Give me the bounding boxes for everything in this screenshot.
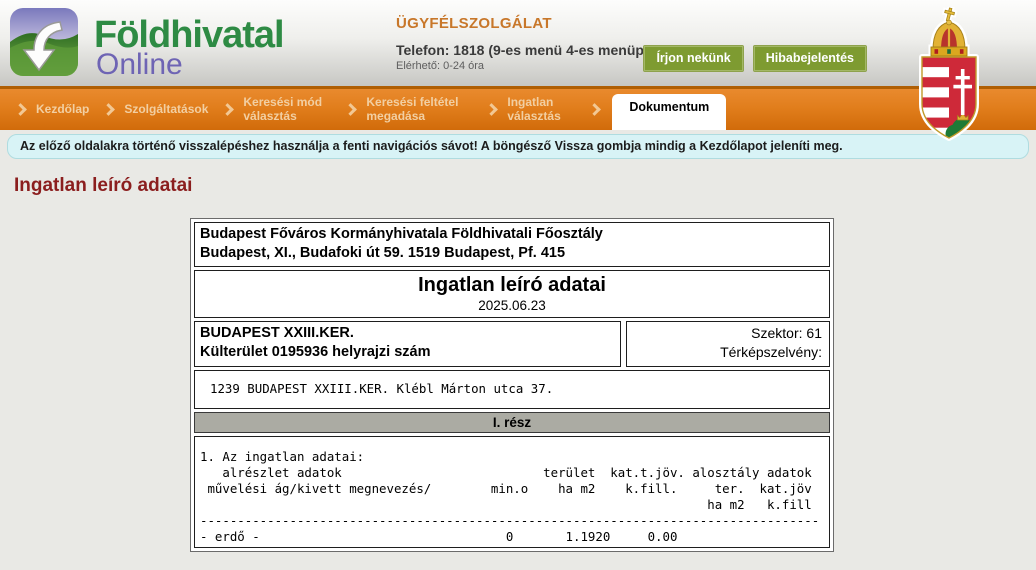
customer-service-heading: ÜGYFÉLSZOLGÁLAT — [396, 15, 552, 32]
office-header-box: Budapest Főváros Kormányhivatala Földhiv… — [194, 222, 830, 267]
district-name: BUDAPEST XXIII.KER. — [200, 324, 354, 341]
property-data-table: 1. Az ingatlan adatai: alrészlet adatok … — [200, 448, 820, 544]
chevron-right-icon — [221, 103, 235, 116]
sector-box: Szektor: 61 Térképszelvény: — [626, 320, 830, 367]
property-address-box: 1239 BUDAPEST XXIII.KER. Klébl Márton ut… — [194, 369, 830, 409]
property-document: Budapest Főváros Kormányhivatala Földhiv… — [190, 218, 834, 552]
write-us-button[interactable]: Írjon nekünk — [643, 45, 744, 72]
office-name: Budapest Főváros Kormányhivatala Földhiv… — [200, 226, 603, 242]
main-content: Ingatlan leíró adatai Budapest Főváros K… — [0, 175, 1036, 552]
foldhivatal-logo-icon — [10, 8, 78, 76]
chevron-right-icon — [485, 103, 499, 116]
nav-item-kezdolap[interactable]: Kezdőlap — [36, 102, 89, 117]
header: Földhivatal Online ÜGYFÉLSZOLGÁLAT Telef… — [0, 0, 1036, 86]
document-title-box: Ingatlan leíró adatai 2025.06.23 — [194, 269, 830, 318]
property-data-box: 1. Az ingatlan adatai: alrészlet adatok … — [194, 435, 830, 548]
nav-item-keresesi-mod[interactable]: Keresési mód választás — [243, 95, 331, 124]
office-address: Budapest, XI., Budafoki út 59. 1519 Buda… — [200, 244, 566, 261]
parcel-number: Külterület 0195936 helyrajzi szám — [200, 343, 431, 360]
map-sheet-label: Térképszelvény: — [720, 344, 822, 361]
section-i-bar: I. rész — [194, 411, 830, 433]
phone-info: Telefon: 1818 (9-es menü 4-es menüpont) — [396, 42, 671, 58]
tab-dokumentum[interactable]: Dokumentum — [612, 94, 727, 130]
nav-item-ingatlan-valasztas[interactable]: Ingatlan választás — [507, 95, 575, 124]
district-box: BUDAPEST XXIII.KER. Külterület 0195936 h… — [194, 320, 621, 367]
availability-info: Elérhető: 0-24 óra — [396, 60, 485, 72]
nav-item-szolgaltatasok[interactable]: Szolgáltatások — [124, 102, 208, 117]
hungary-coat-of-arms-icon — [919, 7, 979, 141]
chevron-right-icon — [588, 103, 602, 116]
chevron-right-icon — [14, 103, 27, 116]
customer-service-block: ÜGYFÉLSZOLGÁLAT Telefon: 1818 (9-es menü… — [396, 15, 670, 72]
navigation-notice: Az előző oldalakra történő visszalépéshe… — [7, 134, 1029, 159]
document-title: Ingatlan leíró adatai — [418, 273, 606, 296]
chevron-right-icon — [102, 103, 116, 116]
nav-item-keresesi-feltetel[interactable]: Keresési feltétel megadása — [366, 95, 472, 124]
chevron-right-icon — [344, 103, 358, 116]
page-title: Ingatlan leíró adatai — [14, 175, 193, 196]
app-logo[interactable]: Földhivatal Online — [10, 8, 285, 80]
report-issue-button[interactable]: Hibabejelentés — [752, 45, 868, 72]
page: Földhivatal Online ÜGYFÉLSZOLGÁLAT Telef… — [0, 0, 1036, 552]
property-address: 1239 BUDAPEST XXIII.KER. Klébl Márton ut… — [210, 380, 554, 396]
breadcrumb-navbar: Kezdőlap Szolgáltatások Keresési mód vál… — [0, 86, 1036, 130]
document-date: 2025.06.23 — [478, 297, 546, 313]
sector-value: Szektor: 61 — [751, 324, 822, 341]
